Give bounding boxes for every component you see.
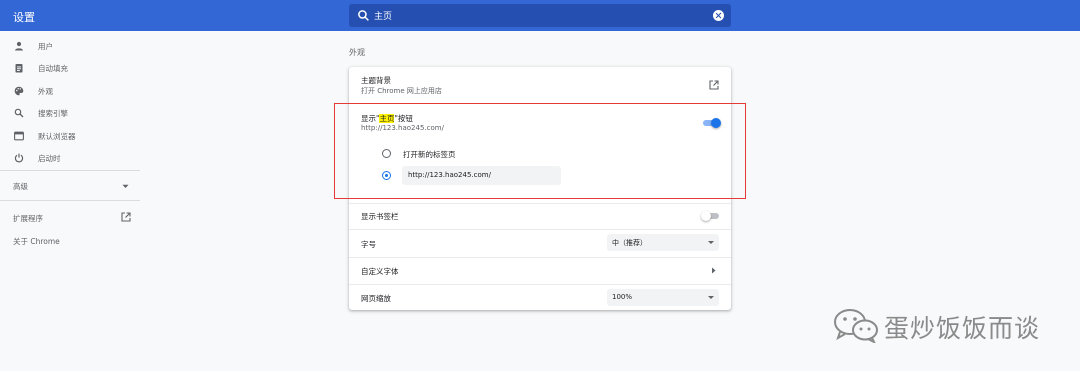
page-title: 设置 bbox=[13, 11, 35, 24]
person-icon bbox=[15, 41, 23, 51]
page-zoom-value: 100% bbox=[612, 293, 633, 301]
sidebar-item-advanced[interactable]: 高级 bbox=[0, 176, 140, 196]
about-label: 关于 Chrome bbox=[13, 237, 60, 246]
open-in-new-icon bbox=[121, 212, 131, 222]
sidebar-item-appearance[interactable]: 外观 bbox=[0, 82, 140, 102]
dropdown-caret-icon bbox=[708, 241, 714, 244]
clear-search-icon[interactable] bbox=[713, 10, 724, 21]
page-zoom-row: 网页缩放 100% bbox=[349, 284, 731, 310]
theme-row[interactable]: 主题背景 打开 Chrome 网上应用店 bbox=[349, 67, 731, 102]
power-icon bbox=[14, 153, 24, 163]
sidebar-item-people[interactable]: 用户 bbox=[0, 37, 140, 57]
font-size-value: 中（推荐） bbox=[612, 239, 647, 247]
advanced-label: 高级 bbox=[13, 182, 28, 191]
chevron-right-icon bbox=[712, 267, 716, 274]
font-size-row: 字号 中（推荐） bbox=[349, 229, 731, 256]
sidebar-item-default-browser[interactable]: 默认浏览器 bbox=[0, 127, 140, 147]
annotation-highlight-box bbox=[334, 103, 746, 199]
theme-title: 主题背景 bbox=[361, 76, 391, 85]
palette-icon bbox=[14, 86, 24, 96]
search-icon bbox=[358, 10, 369, 21]
wechat-logo-icon bbox=[834, 309, 878, 343]
watermark: 蛋炒饭饭而谈 bbox=[832, 303, 1052, 348]
bookmarks-bar-row[interactable]: 显示书签栏 bbox=[349, 203, 731, 227]
sidebar-item-search-engine[interactable]: 搜索引擎 bbox=[0, 104, 140, 124]
search-box[interactable]: 主页 bbox=[349, 4, 731, 27]
page-zoom-label: 网页缩放 bbox=[361, 294, 391, 303]
sidebar-item-label: 默认浏览器 bbox=[38, 132, 76, 141]
sidebar-item-label: 外观 bbox=[38, 87, 53, 96]
sidebar-divider bbox=[0, 200, 140, 201]
sidebar-item-on-startup[interactable]: 启动时 bbox=[0, 149, 140, 169]
font-size-label: 字号 bbox=[361, 240, 376, 249]
sidebar-item-label: 用户 bbox=[38, 42, 53, 51]
sidebar-item-about[interactable]: 关于 Chrome bbox=[0, 230, 140, 250]
chevron-down-icon bbox=[122, 184, 129, 188]
clipboard-icon bbox=[15, 64, 23, 73]
search-icon bbox=[14, 108, 24, 118]
sidebar-item-autofill[interactable]: 自动填充 bbox=[0, 59, 140, 79]
section-title-appearance: 外观 bbox=[349, 48, 365, 57]
top-bar: 设置 主页 bbox=[0, 0, 1080, 31]
sidebar-item-label: 启动时 bbox=[38, 154, 61, 163]
custom-fonts-label: 自定义字体 bbox=[361, 267, 399, 276]
extensions-label: 扩展程序 bbox=[13, 214, 43, 223]
search-input[interactable]: 主页 bbox=[374, 9, 392, 22]
theme-subtitle: 打开 Chrome 网上应用店 bbox=[361, 87, 442, 95]
bookmarks-bar-toggle[interactable] bbox=[701, 211, 720, 221]
sidebar-item-extensions[interactable]: 扩展程序 bbox=[0, 207, 140, 227]
sidebar-item-label: 搜索引擎 bbox=[38, 109, 68, 118]
font-size-select[interactable]: 中（推荐） bbox=[607, 234, 719, 251]
watermark-text: 蛋炒饭饭而谈 bbox=[884, 314, 1041, 343]
bookmarks-bar-label: 显示书签栏 bbox=[361, 212, 399, 221]
dropdown-caret-icon bbox=[708, 296, 714, 299]
sidebar-item-label: 自动填充 bbox=[38, 64, 68, 73]
open-in-new-icon[interactable] bbox=[709, 80, 719, 90]
custom-fonts-row[interactable]: 自定义字体 bbox=[349, 257, 731, 284]
browser-icon bbox=[14, 131, 24, 141]
page-zoom-select[interactable]: 100% bbox=[607, 289, 719, 306]
sidebar-divider bbox=[0, 170, 140, 171]
